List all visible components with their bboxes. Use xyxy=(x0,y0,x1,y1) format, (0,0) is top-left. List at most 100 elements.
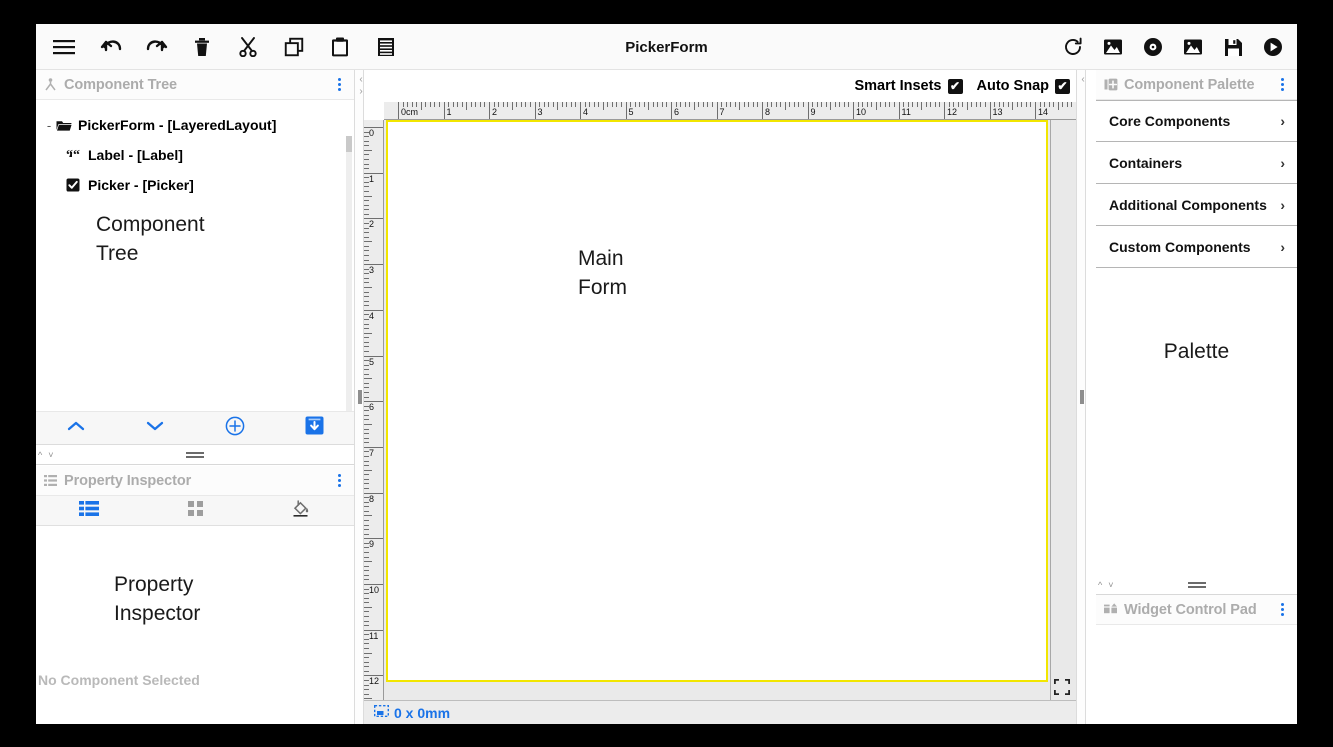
save-icon[interactable] xyxy=(1213,27,1253,67)
tree-node-label[interactable]: ““ Label - [Label] xyxy=(36,143,354,167)
image-icon[interactable] xyxy=(1093,27,1133,67)
delete-icon[interactable] xyxy=(182,27,222,67)
tab-properties-list[interactable] xyxy=(36,496,142,526)
tree-node-label: PickerForm - [LayeredLayout] xyxy=(78,117,276,133)
left-panel-splitter[interactable]: ^ ˅ xyxy=(36,445,354,465)
ruler-tick-minor xyxy=(364,575,369,576)
palette-section-custom-components[interactable]: Custom Components › xyxy=(1096,226,1297,268)
ruler-tick-minor xyxy=(880,102,881,107)
paste-icon[interactable] xyxy=(320,27,360,67)
ruler-tick-minor xyxy=(516,102,517,107)
ruler-tick-minor xyxy=(912,102,913,107)
ruler-tick-minor xyxy=(403,102,404,107)
ruler-tick-minor xyxy=(364,319,369,320)
ruler-tick-minor xyxy=(471,102,472,107)
right-splitter-grip[interactable] xyxy=(1080,390,1084,404)
ruler-tick-minor xyxy=(976,102,977,107)
ruler-tick-minor xyxy=(703,102,704,107)
widget-control-pad-body xyxy=(1096,625,1297,724)
collapse-down-icon[interactable]: ˅ xyxy=(48,450,53,460)
ruler-tick-minor xyxy=(1071,102,1072,107)
auto-snap-toggle[interactable]: Auto Snap ✔ xyxy=(977,78,1071,94)
collapse-up-icon[interactable]: ^ xyxy=(38,450,42,460)
widget-control-pad-title: Widget Control Pad xyxy=(1124,602,1257,618)
palette-section-core-components[interactable]: Core Components › xyxy=(1096,100,1297,142)
right-vertical-splitter[interactable]: ‹ xyxy=(1076,70,1086,724)
ruler-tick-minor xyxy=(657,102,658,107)
component-tree-header: Component Tree xyxy=(36,70,354,100)
splitter-collapse-icons[interactable]: ^ ˅ xyxy=(38,450,54,460)
ruler-label: 14 xyxy=(1036,107,1048,117)
insert-component-button[interactable] xyxy=(275,411,355,445)
run-icon[interactable] xyxy=(1253,27,1293,67)
form-surface[interactable]: Main Form xyxy=(386,120,1048,682)
move-down-button[interactable] xyxy=(116,411,196,445)
palette-section-additional-components[interactable]: Additional Components › xyxy=(1096,184,1297,226)
fullscreen-icon[interactable] xyxy=(1051,676,1073,698)
collapse-down-icon[interactable]: ˅ xyxy=(1108,580,1113,590)
ruler-label: 7 xyxy=(718,107,725,117)
palette-section-label: Additional Components xyxy=(1109,197,1267,213)
refresh-icon[interactable] xyxy=(1053,27,1093,67)
component-tree-scrollbar[interactable] xyxy=(346,136,352,411)
picture-icon[interactable] xyxy=(1173,27,1213,67)
ruler-tick-minor xyxy=(364,607,372,608)
ruler-tick-minor xyxy=(639,102,640,107)
ruler-tick-minor xyxy=(364,479,369,480)
ruler-label: 0cm xyxy=(399,107,418,117)
undo-icon[interactable] xyxy=(92,27,132,67)
tab-properties-grid[interactable] xyxy=(142,496,248,526)
right-panel-splitter[interactable]: ^ ˅ xyxy=(1096,575,1297,595)
ruler-tick-minor xyxy=(826,102,827,107)
menu-icon[interactable] xyxy=(44,27,84,67)
ruler-tick-minor xyxy=(364,593,369,594)
auto-snap-checkbox[interactable]: ✔ xyxy=(1055,79,1070,94)
wcp-splitter-collapse-icons[interactable]: ^ ˅ xyxy=(1098,580,1114,590)
component-tree-menu-icon[interactable] xyxy=(332,76,346,94)
ruler-tick-minor xyxy=(575,102,576,107)
smart-insets-checkbox[interactable]: ✔ xyxy=(948,79,963,94)
palette-section-containers[interactable]: Containers › xyxy=(1096,142,1297,184)
ruler-tick-minor xyxy=(364,497,369,498)
grid-view-icon xyxy=(188,501,203,521)
ruler-tick-minor xyxy=(607,102,608,107)
ruler-tick-minor xyxy=(412,102,413,107)
ruler-tick-minor xyxy=(364,570,369,571)
smart-insets-toggle[interactable]: Smart Insets ✔ xyxy=(854,78,962,94)
ruler-tick-minor xyxy=(364,168,369,169)
tab-properties-style[interactable] xyxy=(248,496,354,526)
list-icon[interactable] xyxy=(366,27,406,67)
wcp-splitter-grip[interactable] xyxy=(1188,582,1206,588)
cut-icon[interactable] xyxy=(228,27,268,67)
ruler-tick-minor xyxy=(364,337,369,338)
collapse-up-icon[interactable]: ^ xyxy=(1098,580,1102,590)
record-icon[interactable] xyxy=(1133,27,1173,67)
widget-pad-icon xyxy=(1104,603,1122,616)
left-vertical-splitter[interactable]: ‹ › xyxy=(354,70,364,724)
ruler-tick-minor xyxy=(364,150,372,151)
palette-collapse-left-icon[interactable]: ‹ xyxy=(1079,74,1087,85)
property-inspector-menu-icon[interactable] xyxy=(332,472,346,490)
property-inspector-header: Property Inspector xyxy=(36,466,354,496)
ruler-tick-minor xyxy=(821,102,822,107)
ruler-tick-minor xyxy=(364,378,372,379)
splitter-grip[interactable] xyxy=(186,452,204,458)
ruler-tick-minor xyxy=(364,214,369,215)
ruler-tick-minor xyxy=(785,102,786,110)
left-splitter-grip[interactable] xyxy=(358,390,362,404)
tree-node-picker[interactable]: Picker - [Picker] xyxy=(36,173,354,197)
move-up-button[interactable] xyxy=(36,411,116,445)
copy-icon[interactable] xyxy=(274,27,314,67)
ruler-tick-minor xyxy=(630,102,631,107)
ruler-tick-minor xyxy=(364,680,369,681)
form-designer-canvas-column: Smart Insets ✔ Auto Snap ✔ 0cm1234567891… xyxy=(364,70,1076,724)
palette-section-label: Core Components xyxy=(1109,113,1230,129)
add-component-button[interactable] xyxy=(195,411,275,445)
redo-icon[interactable] xyxy=(136,27,176,67)
tree-expand-toggle[interactable]: - xyxy=(42,118,56,133)
design-canvas[interactable]: Main Form xyxy=(384,120,1076,700)
widget-control-pad-menu-icon[interactable] xyxy=(1275,601,1289,619)
ruler-tick-minor xyxy=(364,525,369,526)
tree-node-pickerform[interactable]: - PickerForm - [LayeredLayout] xyxy=(36,113,354,137)
component-palette-menu-icon[interactable] xyxy=(1275,76,1289,94)
